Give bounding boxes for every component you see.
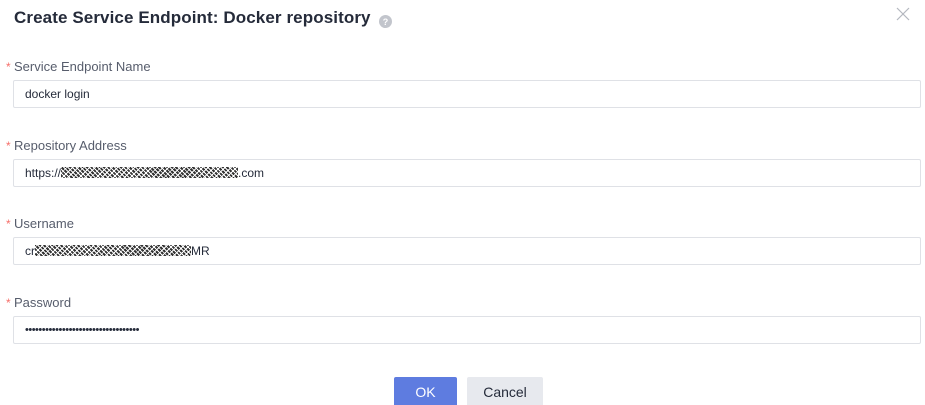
endpoint-name-value: docker login [25, 87, 90, 101]
repository-address-label-text: Repository Address [14, 138, 127, 153]
redacted-text [35, 245, 191, 257]
endpoint-name-label: * Service Endpoint Name [6, 58, 923, 76]
password-masked-value: •••••••••••••••••••••••••••••••••• [25, 324, 139, 336]
endpoint-name-input[interactable]: docker login [13, 80, 921, 108]
svg-text:?: ? [382, 17, 388, 27]
question-circle-icon[interactable]: ? [378, 13, 392, 28]
endpoint-name-label-text: Service Endpoint Name [14, 59, 151, 74]
username-prefix: cr [25, 244, 35, 258]
cancel-button[interactable]: Cancel [467, 377, 543, 405]
dialog-title-text: Create Service Endpoint: Docker reposito… [14, 8, 371, 27]
field-repository-address: * Repository Address https:// .com [6, 137, 923, 187]
ok-button[interactable]: OK [394, 377, 457, 405]
password-label-text: Password [14, 295, 72, 310]
repository-address-suffix: .com [238, 166, 265, 180]
field-endpoint-name: * Service Endpoint Name docker login [6, 58, 923, 108]
username-label: * Username [6, 215, 923, 233]
username-suffix: MR [191, 244, 210, 258]
required-mark: * [6, 60, 11, 74]
required-mark: * [6, 217, 11, 231]
repository-address-label: * Repository Address [6, 137, 923, 155]
required-mark: * [6, 296, 11, 310]
redacted-text [61, 167, 239, 179]
close-icon[interactable] [895, 6, 911, 22]
repository-address-prefix: https:// [25, 166, 62, 180]
field-password: * Password •••••••••••••••••••••••••••••… [6, 294, 923, 344]
password-input[interactable]: •••••••••••••••••••••••••••••••••• [13, 316, 921, 344]
required-mark: * [6, 139, 11, 153]
username-input[interactable]: cr MR [13, 237, 921, 265]
password-label: * Password [6, 294, 923, 312]
repository-address-input[interactable]: https:// .com [13, 159, 921, 187]
username-label-text: Username [14, 216, 74, 231]
create-service-endpoint-dialog: Create Service Endpoint: Docker reposito… [0, 0, 925, 405]
dialog-title: Create Service Endpoint: Docker reposito… [14, 8, 392, 28]
field-username: * Username cr MR [6, 215, 923, 265]
